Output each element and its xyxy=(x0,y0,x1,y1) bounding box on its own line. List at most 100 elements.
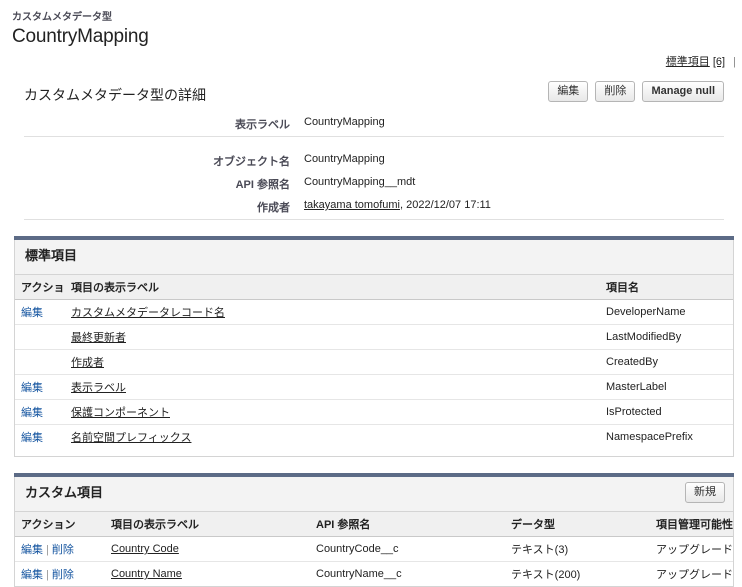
row-delete-link[interactable]: 削除 xyxy=(52,569,74,581)
action-separator: | xyxy=(46,569,49,581)
column-header-manageability: 項目管理可能性 xyxy=(650,512,733,537)
detail-row-api-name: API 参照名 CountryMapping__mdt xyxy=(24,173,724,196)
standard-fields-footer xyxy=(15,449,733,456)
row-label-link[interactable]: 表示ラベル xyxy=(71,382,126,394)
detail-row-label: 表示ラベル CountryMapping xyxy=(24,113,724,136)
custom-fields-header: カスタム項目 新規 xyxy=(15,477,733,512)
detail-value-created-by: takayama tomofumi, 2022/12/07 17:11 xyxy=(304,196,724,219)
row-action-cell xyxy=(15,324,65,350)
delete-button[interactable]: 削除 xyxy=(595,81,636,102)
row-edit-link[interactable]: 編集 xyxy=(21,382,43,394)
table-row: 作成者 CreatedBy xyxy=(15,349,733,375)
row-action-cell[interactable]: 編集 xyxy=(15,399,65,425)
table-row: 最終更新者 LastModifiedBy xyxy=(15,324,733,350)
quick-link-standard-fields[interactable]: 標準項目 xyxy=(666,56,710,68)
created-by-timestamp: , 2022/12/07 17:11 xyxy=(399,199,491,211)
row-action-cell[interactable]: 編集 xyxy=(15,374,65,400)
standard-fields-title: 標準項目 xyxy=(25,248,78,263)
section-gap-2 xyxy=(0,457,742,473)
row-action-cell[interactable]: 編集 xyxy=(15,424,65,449)
standard-fields-header: 標準項目 xyxy=(15,240,733,275)
row-edit-link[interactable]: 編集 xyxy=(21,307,43,319)
column-header-api-name: API 参照名 xyxy=(310,512,505,537)
row-api-name-cell: CountryName__c xyxy=(310,561,505,586)
custom-fields-panel: カスタム項目 新規 アクション 項目の表示ラベル API 参照名 データ型 項目… xyxy=(14,477,734,587)
standard-fields-header-row: アクション 項目の表示ラベル 項目名 xyxy=(15,275,733,300)
detail-label-label: 表示ラベル xyxy=(235,119,290,131)
page-root: カスタムメタデータ型 CountryMapping 標準項目 [6] | カスタ… xyxy=(0,0,742,587)
table-row: 編集 表示ラベル MasterLabel xyxy=(15,374,733,400)
row-name-cell: DeveloperName xyxy=(600,299,733,325)
detail-button-group: 編集 削除 Manage null xyxy=(544,81,724,102)
row-delete-link[interactable]: 削除 xyxy=(52,544,74,556)
page-header: カスタムメタデータ型 CountryMapping xyxy=(0,0,742,49)
page-eyebrow: カスタムメタデータ型 xyxy=(12,12,112,23)
table-row: 編集 カスタムメタデータレコード名 DeveloperName xyxy=(15,299,733,325)
detail-spacer-cell xyxy=(24,137,724,150)
row-action-cell: 編集 | 削除 xyxy=(15,536,105,562)
row-data-type-cell: テキスト(200) xyxy=(505,561,650,586)
detail-spacer-row xyxy=(24,137,724,150)
row-edit-link[interactable]: 編集 xyxy=(21,569,43,581)
row-name-cell: MasterLabel xyxy=(600,374,733,400)
row-edit-link[interactable]: 編集 xyxy=(21,432,43,444)
created-by-user-link[interactable]: takayama tomofumi xyxy=(304,199,400,211)
detail-row-object-name: オブジェクト名 CountryMapping xyxy=(24,150,724,173)
table-row: 編集 名前空間プレフィックス NamespacePrefix xyxy=(15,424,733,449)
detail-label-object-name: オブジェクト名 xyxy=(213,156,290,168)
detail-value-object-name: CountryMapping xyxy=(304,153,385,165)
detail-label-created-by: 作成者 xyxy=(257,202,290,214)
custom-fields-button-group: 新規 xyxy=(681,482,725,503)
column-header-field-label: 項目の表示ラベル xyxy=(65,275,600,300)
detail-value-label: CountryMapping xyxy=(304,116,385,128)
row-label-cell: 作成者 xyxy=(65,349,600,375)
quick-link-standard-fields-count[interactable]: [6] xyxy=(713,56,725,68)
row-action-cell xyxy=(15,349,65,375)
action-separator: | xyxy=(46,544,49,556)
row-label-cell: 表示ラベル xyxy=(65,374,600,400)
row-label-link[interactable]: Country Code xyxy=(111,543,179,555)
row-edit-link[interactable]: 編集 xyxy=(21,407,43,419)
detail-label-api-name: API 参照名 xyxy=(235,179,290,191)
row-action-cell[interactable]: 編集 xyxy=(15,299,65,325)
row-action-cell: 編集 | 削除 xyxy=(15,561,105,586)
row-name-cell: CreatedBy xyxy=(600,349,733,375)
custom-fields-header-row: アクション 項目の表示ラベル API 参照名 データ型 項目管理可能性 xyxy=(15,512,733,537)
row-label-link[interactable]: 名前空間プレフィックス xyxy=(71,432,191,444)
row-label-cell: 名前空間プレフィックス xyxy=(65,424,600,449)
column-header-field-name: 項目名 xyxy=(600,275,733,300)
table-row: 編集 保護コンポーネント IsProtected xyxy=(15,399,733,425)
row-api-name-cell: CountryCode__c xyxy=(310,536,505,562)
row-name-cell: IsProtected xyxy=(600,399,733,425)
detail-header: カスタムメタデータ型の詳細 編集 削除 Manage null xyxy=(24,81,724,111)
table-row: 編集 | 削除 Country Code CountryCode__c テキスト(3… xyxy=(15,536,733,562)
manage-null-button[interactable]: Manage null xyxy=(642,81,724,102)
detail-row-created-by: 作成者 takayama tomofumi, 2022/12/07 17:11 xyxy=(24,196,724,219)
row-edit-link[interactable]: 編集 xyxy=(21,544,43,556)
detail-field-table: 表示ラベル CountryMapping オブジェクト名 CountryMapp… xyxy=(24,113,724,220)
row-label-link[interactable]: Country Name xyxy=(111,568,182,580)
new-button[interactable]: 新規 xyxy=(685,482,725,503)
row-label-link[interactable]: カスタムメタデータレコード名 xyxy=(71,307,225,319)
table-row: 編集 | 削除 Country Name CountryName__c テキスト(2… xyxy=(15,561,733,586)
row-label-cell: 保護コンポーネント xyxy=(65,399,600,425)
column-header-action: アクション xyxy=(15,275,65,300)
row-manageability-cell: アップグレード可能 xyxy=(650,536,733,562)
detail-section: カスタムメタデータ型の詳細 編集 削除 Manage null 表示ラベル Co… xyxy=(24,81,724,220)
row-label-cell: カスタムメタデータレコード名 xyxy=(65,299,600,325)
row-label-cell: Country Code xyxy=(105,536,310,562)
row-name-cell: NamespacePrefix xyxy=(600,424,733,449)
column-header-action: アクション xyxy=(15,512,105,537)
row-label-link[interactable]: 最終更新者 xyxy=(71,332,126,344)
row-label-link[interactable]: 作成者 xyxy=(71,357,104,369)
custom-fields-table: アクション 項目の表示ラベル API 参照名 データ型 項目管理可能性 編集 | 削… xyxy=(15,512,733,586)
quick-links-bar: 標準項目 [6] | xyxy=(0,49,742,69)
column-header-field-label: 項目の表示ラベル xyxy=(105,512,310,537)
edit-button[interactable]: 編集 xyxy=(548,81,589,102)
standard-fields-panel: 標準項目 アクション 項目の表示ラベル 項目名 編集 カスタムメタデータレコード… xyxy=(14,240,734,457)
row-label-link[interactable]: 保護コンポーネント xyxy=(71,407,170,419)
row-name-cell: LastModifiedBy xyxy=(600,324,733,350)
page-title: CountryMapping xyxy=(12,26,149,47)
section-gap-1 xyxy=(0,220,742,236)
row-manageability-cell: アップグレード可能 xyxy=(650,561,733,586)
